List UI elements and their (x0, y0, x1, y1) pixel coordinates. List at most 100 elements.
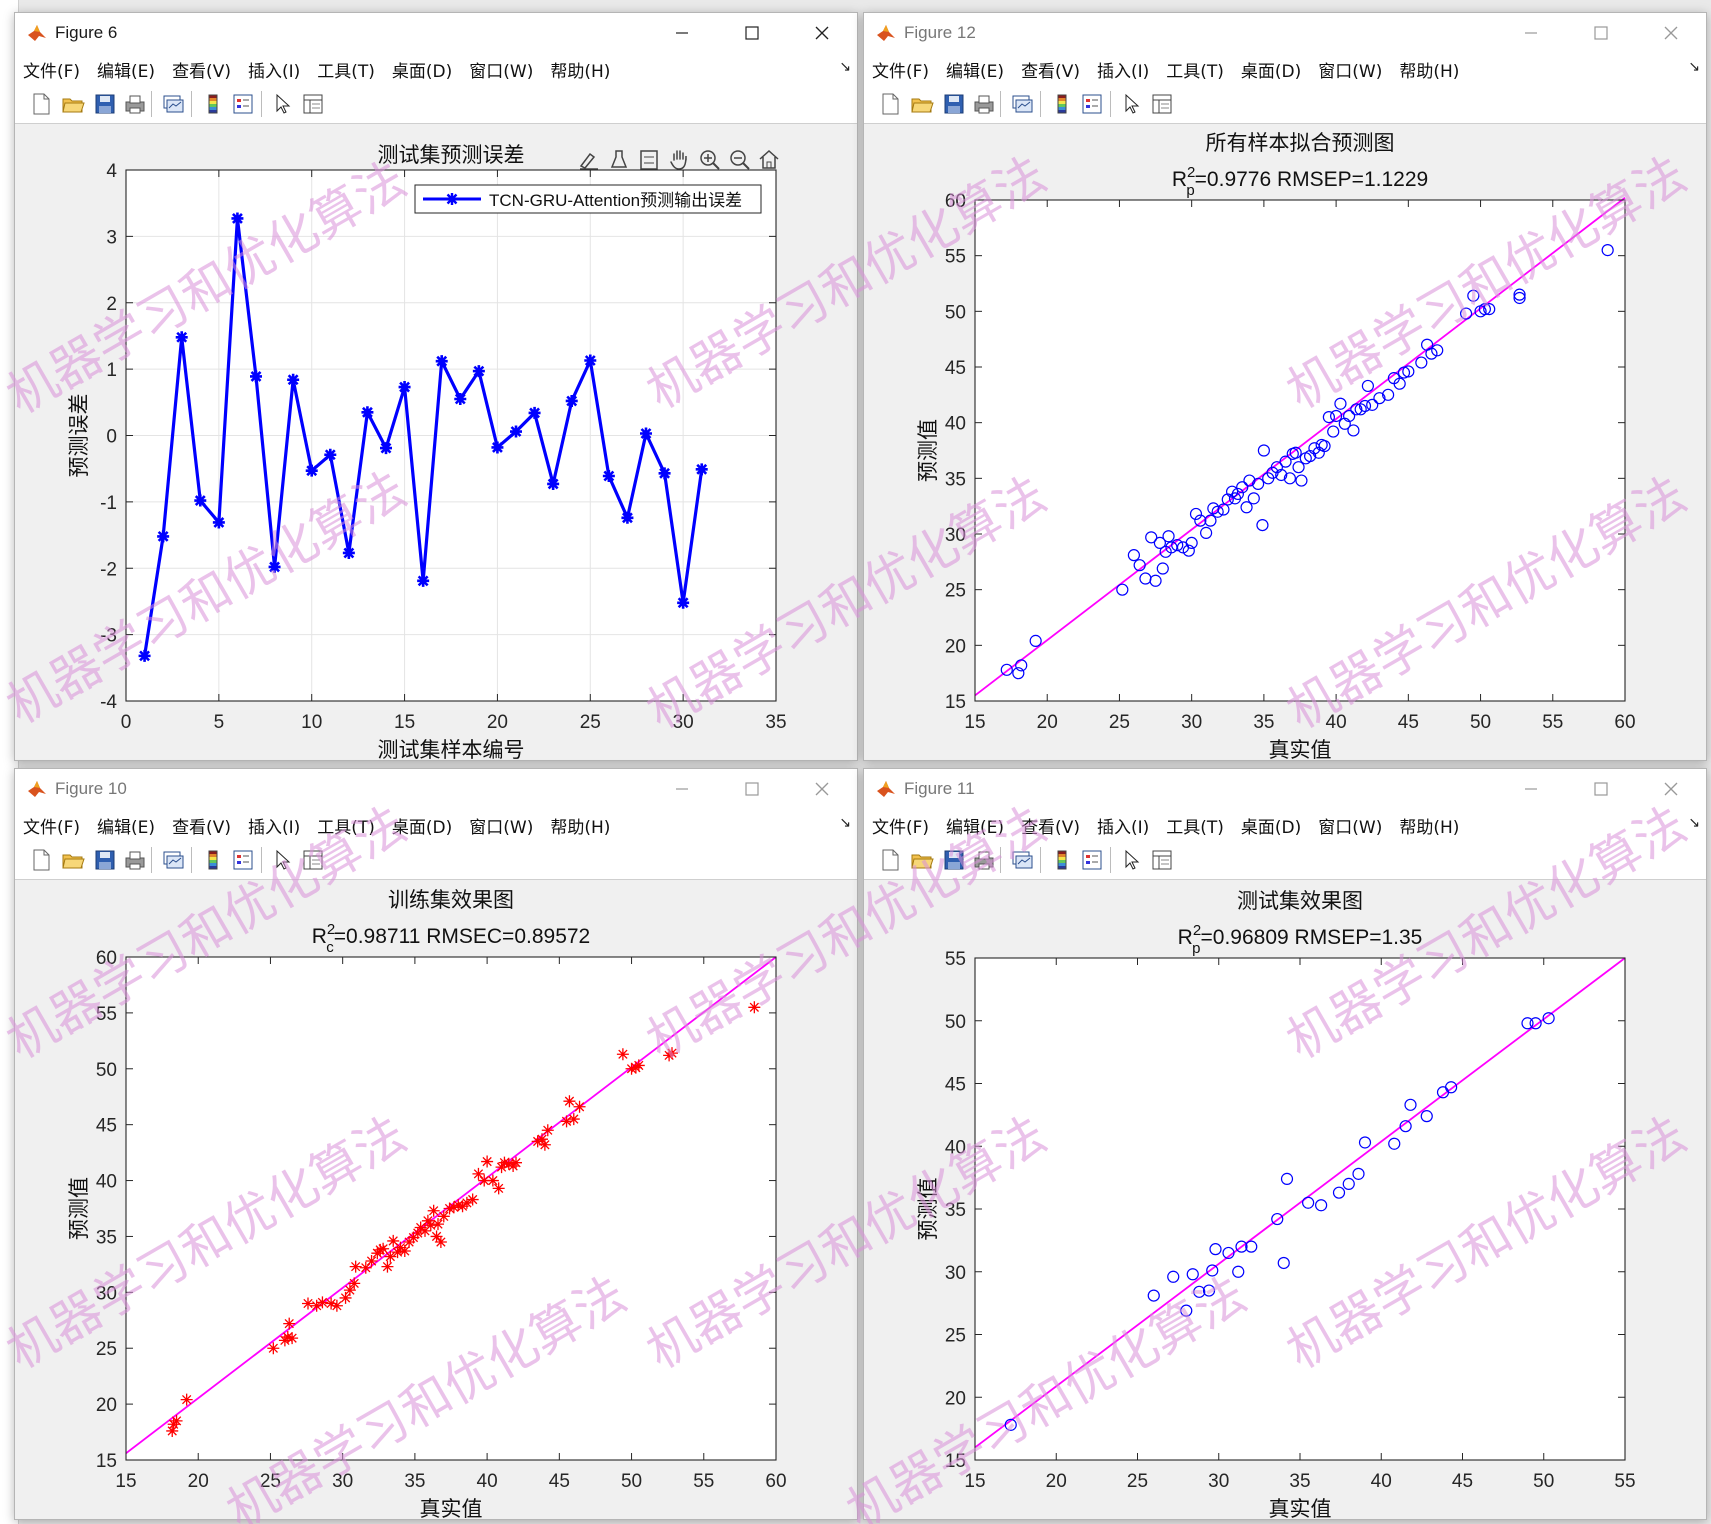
data-tip-icon[interactable] (610, 150, 628, 168)
link-plot-icon[interactable] (161, 92, 185, 116)
print-icon[interactable] (972, 92, 996, 116)
print-icon[interactable] (123, 92, 147, 116)
close-button[interactable] (1636, 13, 1706, 53)
close-button[interactable] (1636, 769, 1706, 809)
legend-icon[interactable] (1080, 92, 1104, 116)
link-plot-icon[interactable] (1010, 848, 1034, 872)
title-bar[interactable]: Figure 12 (864, 13, 1706, 53)
close-button[interactable] (787, 769, 857, 809)
save-icon[interactable] (93, 848, 117, 872)
pointer-icon[interactable] (271, 92, 295, 116)
open-file-icon[interactable] (61, 848, 85, 872)
dock-arrow-icon[interactable]: ↘ (839, 59, 851, 75)
zoom-out-icon[interactable] (730, 150, 750, 170)
minimize-button[interactable] (1496, 769, 1566, 809)
menu-window[interactable]: 窗口(W) (469, 813, 533, 838)
zoom-in-icon[interactable] (700, 150, 720, 170)
figure-10-window[interactable]: Figure 10 文件(F) 编辑(E) 查看(V) 插入(I) 工具(T) … (14, 768, 858, 1520)
title-bar[interactable]: Figure 11 (864, 769, 1706, 809)
menu-edit[interactable]: 编辑(E) (946, 57, 1004, 82)
menu-view[interactable]: 查看(V) (1021, 813, 1080, 838)
maximize-button[interactable] (1566, 13, 1636, 53)
dock-arrow-icon[interactable]: ↘ (839, 815, 851, 831)
pan-icon[interactable] (670, 150, 687, 170)
menu-insert[interactable]: 插入(I) (1097, 813, 1149, 838)
save-icon[interactable] (942, 92, 966, 116)
figure-12-window[interactable]: Figure 12 文件(F) 编辑(E) 查看(V) 插入(I) 工具(T) … (863, 12, 1707, 761)
new-figure-icon[interactable] (29, 848, 53, 872)
property-inspector-icon[interactable] (1150, 848, 1174, 872)
menu-help[interactable]: 帮助(H) (1399, 57, 1459, 82)
menu-insert[interactable]: 插入(I) (248, 813, 300, 838)
link-plot-icon[interactable] (1010, 92, 1034, 116)
minimize-button[interactable] (1496, 13, 1566, 53)
property-inspector-icon[interactable] (301, 92, 325, 116)
home-icon[interactable] (759, 149, 779, 169)
menu-view[interactable]: 查看(V) (1021, 57, 1080, 82)
colorbar-icon[interactable] (201, 92, 225, 116)
title-bar[interactable]: Figure 6 (15, 13, 857, 53)
minimize-button[interactable] (647, 13, 717, 53)
menu-tools[interactable]: 工具(T) (1166, 57, 1224, 82)
menu-desktop[interactable]: 桌面(D) (392, 57, 452, 82)
pointer-icon[interactable] (271, 848, 295, 872)
legend-icon[interactable] (1080, 848, 1104, 872)
open-file-icon[interactable] (910, 92, 934, 116)
colorbar-icon[interactable] (1050, 848, 1074, 872)
pointer-icon[interactable] (1120, 92, 1144, 116)
menu-insert[interactable]: 插入(I) (1097, 57, 1149, 82)
save-icon[interactable] (942, 848, 966, 872)
colorbar-icon[interactable] (201, 848, 225, 872)
insert-legend-icon[interactable] (640, 150, 658, 170)
link-plot-icon[interactable] (161, 848, 185, 872)
new-figure-icon[interactable] (29, 92, 53, 116)
title-bar[interactable]: Figure 10 (15, 769, 857, 809)
menu-view[interactable]: 查看(V) (172, 813, 231, 838)
menu-view[interactable]: 查看(V) (172, 57, 231, 82)
colorbar-icon[interactable] (1050, 92, 1074, 116)
menu-tools[interactable]: 工具(T) (317, 57, 375, 82)
figure-6-window[interactable]: Figure 6 文件(F) 编辑(E) 查看(V) 插入(I) 工具(T) 桌… (14, 12, 858, 761)
menu-window[interactable]: 窗口(W) (1318, 57, 1382, 82)
print-icon[interactable] (123, 848, 147, 872)
property-inspector-icon[interactable] (301, 848, 325, 872)
maximize-button[interactable] (1566, 769, 1636, 809)
menu-desktop[interactable]: 桌面(D) (1241, 813, 1301, 838)
menu-tools[interactable]: 工具(T) (1166, 813, 1224, 838)
menu-file[interactable]: 文件(F) (23, 57, 80, 82)
new-figure-icon[interactable] (878, 92, 902, 116)
menu-edit[interactable]: 编辑(E) (97, 57, 155, 82)
property-inspector-icon[interactable] (1150, 92, 1174, 116)
legend-icon[interactable] (231, 848, 255, 872)
maximize-button[interactable] (717, 769, 787, 809)
figure-11-window[interactable]: Figure 11 文件(F) 编辑(E) 查看(V) 插入(I) 工具(T) … (863, 768, 1707, 1520)
menu-window[interactable]: 窗口(W) (1318, 813, 1382, 838)
menu-file[interactable]: 文件(F) (872, 813, 929, 838)
pointer-icon[interactable] (1120, 848, 1144, 872)
save-icon[interactable] (93, 92, 117, 116)
menu-file[interactable]: 文件(F) (872, 57, 929, 82)
dock-arrow-icon[interactable]: ↘ (1688, 815, 1700, 831)
dock-arrow-icon[interactable]: ↘ (1688, 59, 1700, 75)
menu-edit[interactable]: 编辑(E) (97, 813, 155, 838)
menu-insert[interactable]: 插入(I) (248, 57, 300, 82)
brush-icon[interactable] (579, 152, 598, 170)
close-button[interactable] (787, 13, 857, 53)
menu-desktop[interactable]: 桌面(D) (1241, 57, 1301, 82)
print-icon[interactable] (972, 848, 996, 872)
legend-icon[interactable] (231, 92, 255, 116)
minimize-button[interactable] (647, 769, 717, 809)
open-file-icon[interactable] (61, 92, 85, 116)
menu-tools[interactable]: 工具(T) (317, 813, 375, 838)
menu-help[interactable]: 帮助(H) (550, 57, 610, 82)
shape (100, 96, 110, 102)
menu-file[interactable]: 文件(F) (23, 813, 80, 838)
maximize-button[interactable] (717, 13, 787, 53)
menu-edit[interactable]: 编辑(E) (946, 813, 1004, 838)
menu-help[interactable]: 帮助(H) (1399, 813, 1459, 838)
new-figure-icon[interactable] (878, 848, 902, 872)
open-file-icon[interactable] (910, 848, 934, 872)
menu-window[interactable]: 窗口(W) (469, 57, 533, 82)
menu-help[interactable]: 帮助(H) (550, 813, 610, 838)
menu-desktop[interactable]: 桌面(D) (392, 813, 452, 838)
